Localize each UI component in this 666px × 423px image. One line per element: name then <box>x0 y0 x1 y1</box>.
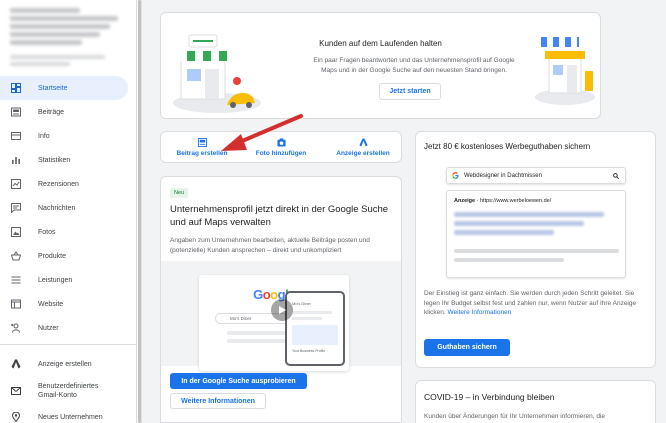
covid-card-description: Kunden über Änderungen für Ihr Unternehm… <box>424 413 606 420</box>
new-badge: Neu <box>170 188 189 198</box>
update-profile-card: Kunden auf dem Laufenden halten Ein paar… <box>160 12 601 119</box>
location-pin-icon <box>11 412 21 422</box>
sidebar-item-label: Website <box>38 300 64 308</box>
profile-card-title: Unternehmensprofil jetzt direkt in der G… <box>170 204 389 228</box>
bar-chart-icon <box>11 155 21 165</box>
sidebar-item-label: Produkte <box>38 252 67 260</box>
basket-icon <box>11 251 21 261</box>
message-icon <box>11 203 21 213</box>
scrollbar-thumb[interactable] <box>138 0 141 423</box>
sidebar-item-label: Nutzer <box>38 324 59 332</box>
weitere-informationen-link[interactable]: Weitere Informationen <box>448 309 512 316</box>
sidebar-item-label: Statistiken <box>38 156 71 164</box>
covid-card-title: COVID-19 – in Verbindung bleiben <box>424 392 555 402</box>
anzeige-erstellen-action[interactable]: Anzeige erstellen <box>331 132 395 162</box>
add-person-icon <box>11 323 21 333</box>
sidebar-scrollbar[interactable] <box>137 0 142 423</box>
ads-card-description: Der Einstieg ist ganz einfach. Sie werde… <box>424 289 644 318</box>
ad-label-row: Anzeige · https://www.werbeloewen.de/ <box>454 198 552 204</box>
ad-text-placeholder <box>454 258 564 262</box>
jetzt-starten-button[interactable]: Jetzt starten <box>379 83 441 100</box>
ad-headline-blurred <box>454 212 604 217</box>
in-google-suche-ausprobieren-button[interactable]: In der Google Suche ausprobieren <box>170 373 307 389</box>
business-name-blurred <box>10 8 122 69</box>
sidebar-item-label: Startseite <box>38 84 68 92</box>
sidebar-item-beitraege[interactable]: Beiträge <box>0 100 128 124</box>
ad-headline-blurred <box>454 221 584 226</box>
sample-ad-preview: Anzeige · https://www.werbeloewen.de/ <box>446 190 626 278</box>
phone-panel-label: Your Business Profile <box>292 349 326 353</box>
google-g-icon <box>452 172 459 179</box>
ad-url: https://www.werbeloewen.de/ <box>479 198 552 204</box>
play-icon <box>279 306 286 314</box>
annotation-arrow <box>221 114 303 151</box>
sidebar-item-neues-unternehmen[interactable]: Neues Unternehmen <box>0 405 128 423</box>
guthaben-sichern-button[interactable]: Guthaben sichern <box>424 339 510 356</box>
sidebar-item-label: Benutzerdefiniertes Gmail-Konto <box>38 383 99 399</box>
reviews-icon <box>11 179 21 189</box>
sidebar-item-label: Rezensionen <box>38 180 79 188</box>
sidebar-item-anzeige-erstellen[interactable]: Anzeige erstellen <box>0 352 128 376</box>
google-ads-icon <box>11 359 21 369</box>
sidebar-item-label: Fotos <box>38 228 56 236</box>
sidebar-divider <box>0 344 136 345</box>
sidebar: Startseite Beiträge Info Statistiken Rez… <box>0 0 137 423</box>
weitere-informationen-button[interactable]: Weitere Informationen <box>170 393 266 409</box>
sidebar-item-info[interactable]: Info <box>0 124 128 148</box>
profile-promo-card: Neu Unternehmensprofil jetzt direkt in d… <box>160 176 402 423</box>
search-illustration: Google Mo's Diner Mo's Diner Your Busine… <box>161 261 401 371</box>
phone-mockup: Mo's Diner Your Business Profile <box>285 291 345 366</box>
list-icon <box>11 275 21 285</box>
sidebar-item-label: Info <box>38 132 50 140</box>
sidebar-item-fotos[interactable]: Fotos <box>0 220 128 244</box>
sample-search-query: Webdesigner in Dachtmissen <box>464 172 542 179</box>
sidebar-item-website[interactable]: Website <box>0 292 128 316</box>
profile-card-description: Angaben zum Unternehmen bearbeiten, aktu… <box>170 237 370 254</box>
sidebar-item-leistungen[interactable]: Leistungen <box>0 268 128 292</box>
play-video-button[interactable] <box>271 299 293 321</box>
sidebar-item-label: Anzeige erstellen <box>38 360 92 368</box>
sidebar-item-gmail-konto[interactable]: Benutzerdefiniertes Gmail-Konto <box>0 378 128 404</box>
sidebar-item-label: Beiträge <box>38 108 65 116</box>
illustration-search-text: Mo's Diner <box>230 316 252 321</box>
sidebar-item-label: Nachrichten <box>38 204 76 212</box>
sidebar-item-label: Neues Unternehmen <box>38 413 103 421</box>
dashboard-icon <box>11 83 21 93</box>
sidebar-item-rezensionen[interactable]: Rezensionen <box>0 172 128 196</box>
phone-card <box>292 325 338 345</box>
storefront-illustration-left <box>173 34 261 113</box>
top-card-description: Ein paar Fragen beantworten und das Unte… <box>313 57 515 74</box>
mail-icon <box>11 386 21 396</box>
sidebar-item-nachrichten[interactable]: Nachrichten <box>0 196 128 220</box>
website-icon <box>11 299 21 309</box>
phone-line <box>292 311 332 314</box>
sidebar-item-produkte[interactable]: Produkte <box>0 244 128 268</box>
ad-label: Anzeige <box>454 198 476 204</box>
anzeige-erstellen-label: Anzeige erstellen <box>336 149 390 157</box>
covid-card: COVID-19 – in Verbindung bleiben Kunden … <box>415 380 656 423</box>
search-icon <box>613 173 619 179</box>
post-icon <box>197 137 207 147</box>
ads-card-title: Jetzt 80 € kostenloses Werbeguthaben sic… <box>424 142 591 151</box>
storefront-illustration-right <box>535 37 595 105</box>
posts-icon <box>11 107 21 117</box>
google-ads-icon <box>358 137 368 147</box>
sidebar-item-statistiken[interactable]: Statistiken <box>0 148 128 172</box>
phone-panel-title: Mo's Diner <box>292 301 311 306</box>
info-icon <box>11 131 21 141</box>
ad-text-placeholder <box>454 249 619 253</box>
sidebar-item-label: Leistungen <box>38 276 73 284</box>
sample-search-box: Webdesigner in Dachtmissen <box>446 167 626 184</box>
sidebar-item-startseite[interactable]: Startseite <box>0 76 128 100</box>
sidebar-item-nutzer[interactable]: Nutzer <box>0 316 128 340</box>
ad-headline-blurred <box>454 230 554 235</box>
phone-line <box>292 317 322 320</box>
photo-icon <box>11 227 21 237</box>
ads-credit-card: Jetzt 80 € kostenloses Werbeguthaben sic… <box>415 131 656 368</box>
